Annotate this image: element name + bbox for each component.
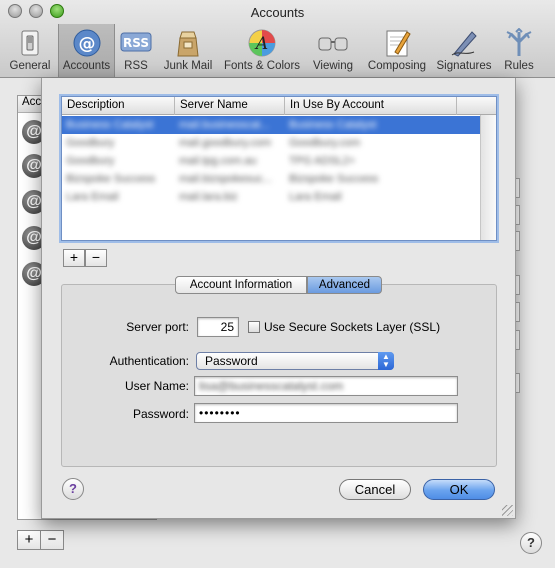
at-sign-icon: @ bbox=[73, 29, 100, 57]
toolbar-label: RSS bbox=[124, 60, 148, 72]
ssl-checkbox[interactable] bbox=[248, 321, 260, 333]
cancel-button[interactable]: Cancel bbox=[339, 479, 411, 500]
table-header: Description Server Name In Use By Accoun… bbox=[62, 97, 496, 115]
password-label: Password: bbox=[132, 407, 189, 421]
sheet-help-button[interactable]: ? bbox=[62, 478, 84, 500]
table-cell: mail.lara.biz bbox=[179, 191, 238, 203]
table-cell: mail.goodbury.com bbox=[179, 137, 272, 149]
table-row[interactable]: Business Catalyst mail.businesscat... Bu… bbox=[62, 116, 480, 134]
toolbar-junk-mail[interactable]: Junk Mail bbox=[158, 24, 218, 77]
server-port-label: Server port: bbox=[126, 320, 189, 334]
table-row[interactable]: Goodbury mail.goodbury.com Goodbury.com bbox=[62, 134, 480, 152]
toolbar-label: Rules bbox=[504, 60, 534, 72]
toolbar-composing[interactable]: Composing bbox=[362, 24, 432, 77]
pen-icon bbox=[451, 31, 477, 57]
ok-button[interactable]: OK bbox=[423, 479, 495, 500]
fonts-colors-icon: A bbox=[248, 29, 276, 57]
toolbar-label: General bbox=[9, 60, 51, 72]
smtp-server-table[interactable]: Description Server Name In Use By Accoun… bbox=[61, 96, 497, 241]
table-cell: mail.bizspokesuc... bbox=[179, 173, 272, 185]
smtp-server-sheet: Description Server Name In Use By Accoun… bbox=[41, 78, 516, 519]
authentication-label: Authentication: bbox=[109, 354, 189, 368]
resize-grip[interactable] bbox=[502, 505, 513, 516]
svg-text:A: A bbox=[254, 34, 268, 54]
table-cell: mail.businesscat... bbox=[179, 119, 270, 131]
toolbar-label: Junk Mail bbox=[163, 60, 213, 72]
table-cell: Business Catalyst bbox=[66, 119, 154, 131]
table-row[interactable]: Lara Email mail.lara.biz Lara Email bbox=[62, 188, 480, 206]
toolbar-rss[interactable]: RSS RSS bbox=[117, 24, 155, 77]
table-cell: Goodbury bbox=[66, 137, 115, 149]
table-cell: Goodbury bbox=[66, 155, 115, 167]
toolbar-fonts-colors[interactable]: A Fonts & Colors bbox=[221, 24, 303, 77]
table-row[interactable]: Goodbury mail.tpg.com.au TPG ADSL2+ bbox=[62, 152, 480, 170]
window-titlebar: Accounts General @ Accounts RSS RSS Junk… bbox=[0, 0, 555, 78]
pencil-paper-icon bbox=[386, 30, 411, 57]
rules-icon bbox=[506, 28, 532, 56]
table-cell: Lara Email bbox=[66, 191, 119, 203]
table-scrollbar[interactable] bbox=[480, 115, 496, 240]
server-port-field[interactable]: 25 bbox=[197, 317, 239, 337]
remove-account-button[interactable]: − bbox=[40, 530, 64, 550]
glasses-icon bbox=[318, 37, 348, 51]
rss-icon: RSS bbox=[120, 32, 152, 52]
junk-mail-icon bbox=[177, 31, 199, 57]
toolbar-general[interactable]: General bbox=[4, 24, 56, 77]
window-title: Accounts bbox=[250, 5, 305, 20]
table-cell: Bizspoke Success bbox=[289, 173, 379, 185]
svg-text:@: @ bbox=[78, 34, 95, 54]
table-cell: Business Catalyst bbox=[289, 119, 377, 131]
popup-arrows-icon: ▲ ▼ bbox=[378, 352, 394, 370]
user-name-label: User Name: bbox=[124, 379, 189, 393]
tab-advanced[interactable]: Advanced bbox=[307, 276, 382, 294]
authentication-value: Password bbox=[205, 354, 258, 368]
toolbar-label: Signatures bbox=[436, 60, 492, 72]
toolbar-label: Accounts bbox=[62, 60, 111, 72]
tab-account-information[interactable]: Account Information bbox=[175, 276, 307, 294]
authentication-popup[interactable]: Password ▲ ▼ bbox=[196, 352, 394, 370]
toolbar-label: Composing bbox=[367, 60, 427, 72]
add-server-button[interactable]: + bbox=[63, 249, 85, 267]
remove-server-button[interactable]: − bbox=[85, 249, 107, 267]
toolbar-rules[interactable]: Rules bbox=[498, 24, 540, 77]
column-header-in-use-by-account[interactable]: In Use By Account bbox=[285, 97, 457, 115]
table-cell: mail.tpg.com.au bbox=[179, 155, 257, 167]
user-name-value: lisa@businesscatalyst.com bbox=[199, 379, 344, 393]
toolbar-label: Fonts & Colors bbox=[223, 60, 301, 72]
toolbar-label: Viewing bbox=[312, 60, 354, 72]
help-button[interactable]: ? bbox=[520, 532, 542, 554]
password-field[interactable]: •••••••• bbox=[194, 403, 458, 423]
column-header-description[interactable]: Description bbox=[62, 97, 175, 115]
table-cell: TPG ADSL2+ bbox=[289, 155, 356, 167]
table-row[interactable]: Bizspoke Success mail.bizspokesuc... Biz… bbox=[62, 170, 480, 188]
toolbar-viewing[interactable]: Viewing bbox=[307, 24, 359, 77]
add-account-button[interactable]: + bbox=[17, 530, 41, 550]
svg-text:RSS: RSS bbox=[123, 36, 149, 50]
column-header-server-name[interactable]: Server Name bbox=[175, 97, 285, 115]
table-cell: Goodbury.com bbox=[289, 137, 361, 149]
toolbar-signatures[interactable]: Signatures bbox=[434, 24, 494, 77]
user-name-field[interactable]: lisa@businesscatalyst.com bbox=[194, 376, 458, 396]
light-switch-icon bbox=[21, 30, 39, 56]
ssl-label: Use Secure Sockets Layer (SSL) bbox=[264, 320, 441, 334]
table-cell: Lara Email bbox=[289, 191, 342, 203]
table-cell: Bizspoke Success bbox=[66, 173, 156, 185]
toolbar-accounts[interactable]: @ Accounts bbox=[58, 24, 115, 77]
